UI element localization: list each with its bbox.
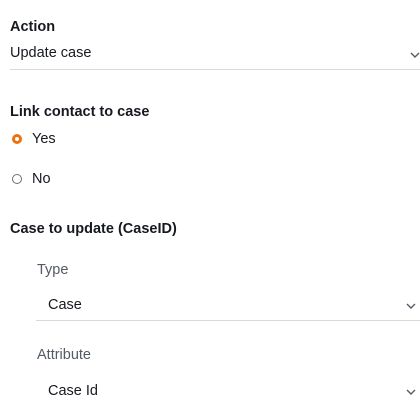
radio-no[interactable]: No (8, 168, 88, 190)
chevron-down-icon (406, 303, 416, 309)
type-select-value: Case (48, 297, 82, 313)
radio-no-label: No (32, 171, 51, 187)
chevron-down-icon (406, 389, 416, 395)
type-divider (36, 320, 420, 321)
type-label: Type (37, 262, 69, 278)
action-label: Action (10, 19, 56, 35)
attribute-select-value: Case Id (48, 383, 98, 399)
type-select[interactable]: Case (30, 290, 420, 320)
link-contact-label: Link contact to case (10, 104, 150, 120)
radio-unselected-icon (12, 174, 22, 184)
attribute-select[interactable]: Case Id (30, 374, 420, 404)
action-select[interactable]: Update case (0, 38, 420, 70)
action-select-value: Update case (10, 45, 92, 61)
radio-selected-icon (12, 134, 22, 144)
radio-yes-label: Yes (32, 131, 56, 147)
radio-yes[interactable]: Yes (8, 128, 88, 150)
attribute-label: Attribute (37, 347, 91, 363)
chevron-down-icon (410, 52, 420, 58)
action-divider (10, 69, 420, 70)
case-to-update-label: Case to update (CaseID) (10, 221, 177, 237)
